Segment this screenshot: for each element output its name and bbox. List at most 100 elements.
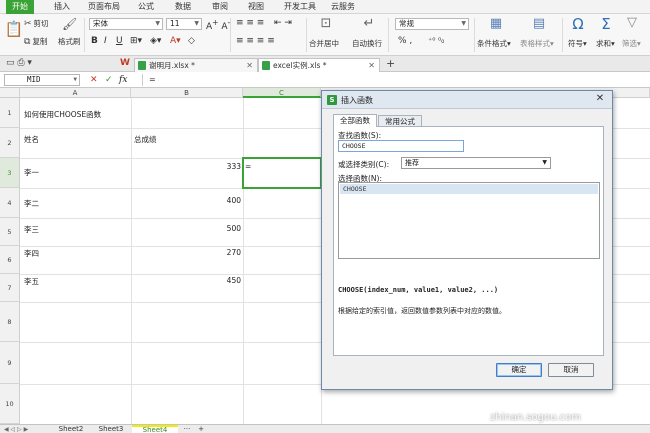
symbol-button[interactable]: 符号▾ bbox=[568, 38, 587, 49]
cell-a7[interactable]: 李五 bbox=[24, 276, 39, 287]
close-icon[interactable]: ✕ bbox=[368, 59, 375, 72]
font-size-select[interactable]: 11 ▼ bbox=[166, 18, 202, 30]
row-header-1[interactable]: 1 bbox=[0, 98, 20, 128]
cell-a2[interactable]: 姓名 bbox=[24, 134, 39, 145]
format-painter-button[interactable]: 格式刷 bbox=[58, 36, 81, 47]
copy-button[interactable]: ⧉ 复制 bbox=[24, 36, 47, 47]
row-header-9[interactable]: 9 bbox=[0, 342, 20, 384]
bold-icon[interactable]: B bbox=[91, 36, 98, 46]
more-sheets-button[interactable]: ··· bbox=[180, 425, 194, 433]
tab-all-functions[interactable]: 全部函数 bbox=[333, 114, 377, 127]
table-style-button[interactable]: 表格样式▾ bbox=[520, 38, 554, 49]
tab-developer[interactable]: 开发工具 bbox=[284, 0, 316, 14]
doc-tab-2[interactable]: excel实例.xls * ✕ bbox=[258, 58, 380, 72]
doc-tab-1[interactable]: 谢明月.xlsx * ✕ bbox=[134, 58, 258, 72]
ok-button[interactable]: 确定 bbox=[496, 363, 542, 377]
tab-data[interactable]: 数据 bbox=[175, 0, 191, 14]
border-icon[interactable]: ⊞▾ bbox=[130, 36, 142, 46]
corner-select-all[interactable] bbox=[0, 88, 20, 98]
wrap-text-icon[interactable]: ↵ bbox=[357, 16, 381, 31]
filter-icon[interactable]: ▽ bbox=[620, 15, 644, 30]
italic-icon[interactable]: I bbox=[104, 36, 107, 46]
font-name-select[interactable]: 宋体 ▼ bbox=[89, 18, 163, 30]
cell-a3[interactable]: 李一 bbox=[24, 167, 39, 178]
cancel-formula-button[interactable]: ✕ bbox=[90, 74, 98, 86]
font-color-icon[interactable]: A▾ bbox=[170, 36, 181, 46]
indent-icon[interactable]: ⇤ ⇥ bbox=[274, 18, 292, 28]
cell-a6[interactable]: 李四 bbox=[24, 248, 39, 259]
dialog-title-bar[interactable]: S 插入函数 ✕ bbox=[322, 91, 612, 109]
sheet-nav-arrows-icon[interactable]: ◀ ◁ ▷ ▶ bbox=[4, 425, 28, 433]
sheet-tab-sheet4[interactable]: Sheet4 bbox=[132, 425, 178, 433]
cell-b5[interactable]: 500 bbox=[134, 224, 241, 233]
row-header-2[interactable]: 2 bbox=[0, 128, 20, 158]
tab-page-layout[interactable]: 页面布局 bbox=[88, 0, 120, 14]
search-function-input[interactable]: CHOOSE bbox=[338, 140, 464, 152]
merge-center-button[interactable]: 合并居中 bbox=[309, 38, 339, 49]
cell-a1[interactable]: 如何使用CHOOSE函数 bbox=[24, 109, 101, 120]
row-header-8[interactable]: 8 bbox=[0, 302, 20, 342]
tab-review[interactable]: 审阅 bbox=[212, 0, 228, 14]
tab-view[interactable]: 视图 bbox=[248, 0, 264, 14]
spreadsheet-file-icon bbox=[262, 61, 270, 70]
tab-formulas[interactable]: 公式 bbox=[138, 0, 154, 14]
column-header-a[interactable]: A bbox=[20, 88, 131, 98]
conditional-format-icon[interactable]: ▦ bbox=[484, 16, 508, 31]
close-icon[interactable]: ✕ bbox=[246, 59, 253, 72]
cancel-button[interactable]: 取消 bbox=[548, 363, 594, 377]
cut-button[interactable]: ✂ 剪切 bbox=[24, 18, 49, 29]
name-box[interactable]: MID ▼ bbox=[4, 74, 80, 86]
cell-b3[interactable]: 333 bbox=[134, 162, 241, 171]
row-header-7[interactable]: 7 bbox=[0, 274, 20, 302]
list-item[interactable]: CHOOSE bbox=[340, 184, 598, 194]
cell-b2[interactable]: 总成绩 bbox=[134, 134, 157, 145]
align-left-icon[interactable]: ≡ ≡ ≡ ≡ bbox=[236, 36, 275, 46]
fill-color-icon[interactable]: ◈▾ bbox=[150, 36, 161, 46]
sheet-tab-sheet3[interactable]: Sheet3 bbox=[92, 425, 130, 433]
sigma-icon[interactable]: Σ bbox=[594, 15, 618, 33]
wps-logo-icon: W bbox=[120, 58, 130, 68]
formula-input[interactable]: = bbox=[142, 74, 642, 86]
merge-center-icon[interactable]: ⊡ bbox=[314, 16, 338, 31]
wrap-text-button[interactable]: 自动换行 bbox=[352, 38, 382, 49]
insert-function-button[interactable]: fx bbox=[119, 74, 127, 86]
ribbon-divider bbox=[562, 18, 563, 52]
decimal-icon[interactable]: ⁺⁰ ⁰₀ bbox=[428, 36, 444, 45]
row-header-5[interactable]: 5 bbox=[0, 218, 20, 246]
conditional-format-button[interactable]: 条件格式▾ bbox=[477, 38, 511, 49]
cell-a5[interactable]: 李三 bbox=[24, 224, 39, 235]
sheet-tab-sheet2[interactable]: Sheet2 bbox=[52, 425, 90, 433]
align-top-icon[interactable]: ≡ ≡ ≡ bbox=[236, 18, 264, 28]
clear-format-icon[interactable]: ◇ bbox=[188, 36, 195, 46]
omega-icon[interactable]: Ω bbox=[566, 15, 590, 33]
new-tab-button[interactable]: + bbox=[386, 57, 395, 70]
confirm-formula-button[interactable]: ✓ bbox=[105, 74, 113, 86]
underline-icon[interactable]: U bbox=[116, 36, 123, 46]
cell-a4[interactable]: 李二 bbox=[24, 198, 39, 209]
category-select[interactable]: 推荐 ▼ bbox=[401, 157, 551, 169]
close-icon[interactable]: ✕ bbox=[594, 93, 606, 105]
cell-b6[interactable]: 270 bbox=[134, 248, 241, 257]
brush-icon[interactable]: 🖌 bbox=[62, 17, 77, 31]
tab-cloud[interactable]: 云服务 bbox=[331, 0, 355, 14]
grow-font-icon[interactable]: A+ A- bbox=[206, 18, 230, 32]
row-header-3[interactable]: 3 bbox=[0, 158, 20, 188]
filter-button[interactable]: 筛选▾ bbox=[622, 38, 641, 49]
sum-button[interactable]: 求和▾ bbox=[596, 38, 615, 49]
row-header-10[interactable]: 10 bbox=[0, 384, 20, 424]
add-sheet-button[interactable]: + bbox=[196, 425, 206, 433]
row-header-4[interactable]: 4 bbox=[0, 188, 20, 218]
table-style-icon[interactable]: ▤ bbox=[527, 16, 551, 31]
number-format-select[interactable]: 常规 ▼ bbox=[395, 18, 469, 30]
column-header-b[interactable]: B bbox=[131, 88, 243, 98]
row-header-6[interactable]: 6 bbox=[0, 246, 20, 274]
column-header-c[interactable]: C bbox=[243, 88, 321, 98]
quick-access-icons[interactable]: ▭ ⎙ ▾ bbox=[6, 58, 32, 68]
paste-icon[interactable]: 📋 bbox=[2, 20, 26, 38]
tab-home[interactable]: 开始 bbox=[6, 0, 34, 14]
percent-button[interactable]: % , bbox=[398, 36, 412, 46]
cell-b7[interactable]: 450 bbox=[134, 276, 241, 285]
cell-b4[interactable]: 400 bbox=[134, 196, 241, 205]
function-list[interactable]: CHOOSE bbox=[338, 182, 600, 259]
tab-insert[interactable]: 插入 bbox=[54, 0, 70, 14]
